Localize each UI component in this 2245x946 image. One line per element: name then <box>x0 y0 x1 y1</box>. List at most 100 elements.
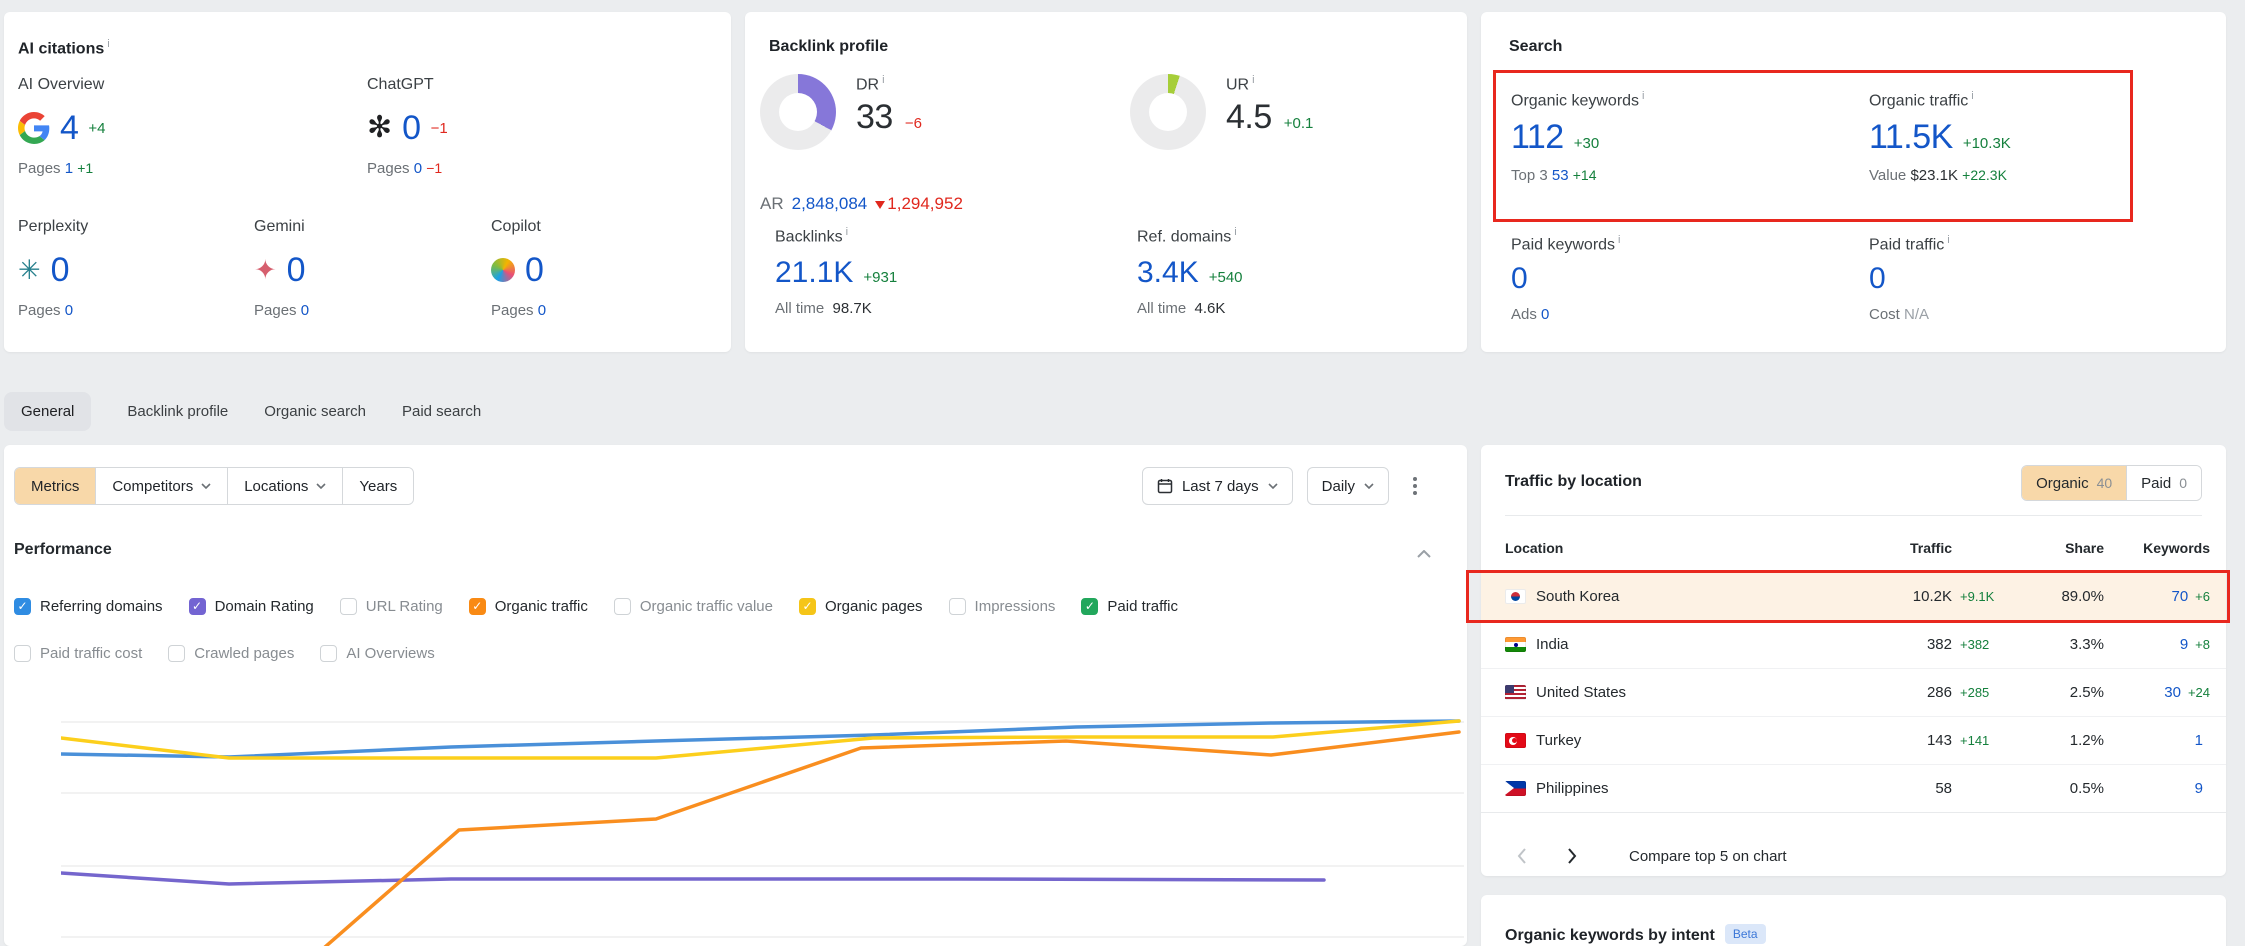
table-row-philippines[interactable]: Philippines 58 0.5% 9 <box>1481 765 2226 813</box>
table-row-india[interactable]: India 382 +382 3.3% 9+8 <box>1481 621 2226 669</box>
toggle-organic[interactable]: Organic40 <box>2022 466 2126 500</box>
metric-value[interactable]: 11.5K <box>1869 118 1953 157</box>
metric-value: 33 <box>856 98 893 137</box>
metric-checkbox-label: URL Rating <box>366 598 443 615</box>
checked-checkbox-icon[interactable]: ✓ <box>1081 598 1098 615</box>
metric-checkbox-referring-domains[interactable]: ✓Referring domains <box>14 598 163 615</box>
location-name[interactable]: India <box>1536 636 1569 653</box>
keywords-value[interactable]: 30 <box>2164 684 2181 701</box>
checked-checkbox-icon[interactable]: ✓ <box>14 598 31 615</box>
metric-value[interactable]: 0 <box>1869 262 1886 296</box>
unchecked-checkbox-icon[interactable] <box>14 645 31 662</box>
pages-value[interactable]: 0 <box>538 302 546 319</box>
location-name[interactable]: United States <box>1536 684 1626 701</box>
metric-value[interactable]: 4 <box>60 109 78 148</box>
metric-checkbox-organic-traffic-value[interactable]: Organic traffic value <box>614 598 773 615</box>
chart-controls-group: Metrics Competitors Locations Years <box>14 467 414 505</box>
years-button[interactable]: Years <box>343 468 413 504</box>
metric-checkbox-domain-rating[interactable]: ✓Domain Rating <box>189 598 314 615</box>
pages-value[interactable]: 1 <box>65 160 73 177</box>
unchecked-checkbox-icon[interactable] <box>340 598 357 615</box>
keywords-by-intent-card: Organic keywords by intentBeta <box>1481 895 2226 946</box>
location-name[interactable]: Turkey <box>1536 732 1581 749</box>
compare-top5-link[interactable]: Compare top 5 on chart <box>1629 848 1787 865</box>
tab-backlink-profile[interactable]: Backlink profile <box>127 403 228 420</box>
keywords-value[interactable]: 1 <box>2195 732 2203 749</box>
info-icon[interactable]: i <box>1252 74 1254 86</box>
pages-value[interactable]: 0 <box>414 160 422 177</box>
divider <box>1505 515 2202 516</box>
granularity-dropdown[interactable]: Daily <box>1307 467 1389 505</box>
pages-value[interactable]: 0 <box>65 302 73 319</box>
info-icon[interactable]: i <box>1642 90 1644 102</box>
metric-checkbox-impressions[interactable]: Impressions <box>949 598 1056 615</box>
location-name[interactable]: Philippines <box>1536 780 1609 797</box>
checked-checkbox-icon[interactable]: ✓ <box>799 598 816 615</box>
column-keywords[interactable]: Keywords <box>2104 540 2210 556</box>
tab-organic-search[interactable]: Organic search <box>264 403 366 420</box>
metric-checkbox-paid-traffic[interactable]: ✓Paid traffic <box>1081 598 1178 615</box>
competitors-dropdown[interactable]: Competitors <box>96 468 228 504</box>
metric-checkbox-label: Paid traffic cost <box>40 645 142 662</box>
column-location[interactable]: Location <box>1505 540 1860 556</box>
traffic-delta: +285 <box>1952 685 2004 700</box>
sub-value[interactable]: 53 <box>1552 167 1569 184</box>
keywords-value[interactable]: 70 <box>2171 588 2188 605</box>
metric-checkbox-ai-overviews[interactable]: AI Overviews <box>320 645 434 662</box>
metric-checkbox-organic-traffic[interactable]: ✓Organic traffic <box>469 598 588 615</box>
unchecked-checkbox-icon[interactable] <box>320 645 337 662</box>
metric-value[interactable]: 112 <box>1511 118 1564 157</box>
metric-value[interactable]: 21.1K <box>775 256 853 290</box>
info-icon[interactable]: i <box>1234 226 1236 238</box>
performance-line-chart[interactable] <box>61 690 1464 946</box>
checked-checkbox-icon[interactable]: ✓ <box>469 598 486 615</box>
info-icon[interactable]: i <box>107 38 109 50</box>
pages-value[interactable]: 0 <box>301 302 309 319</box>
column-traffic[interactable]: Traffic <box>1860 540 1952 556</box>
metric-checkbox-paid-traffic-cost[interactable]: Paid traffic cost <box>14 645 142 662</box>
keywords-value[interactable]: 9 <box>2180 636 2188 653</box>
info-icon[interactable]: i <box>1971 90 1973 102</box>
metric-value[interactable]: 0 <box>1511 262 1528 296</box>
info-icon[interactable]: i <box>1947 234 1949 246</box>
info-icon[interactable]: i <box>1618 234 1620 246</box>
toggle-paid[interactable]: Paid0 <box>2126 466 2201 500</box>
metrics-button[interactable]: Metrics <box>15 468 96 504</box>
metric-value[interactable]: 0 <box>525 251 543 290</box>
metric-value[interactable]: 0 <box>51 251 69 290</box>
metric-checkbox-url-rating[interactable]: URL Rating <box>340 598 443 615</box>
keywords-value[interactable]: 9 <box>2195 780 2203 797</box>
info-icon[interactable]: i <box>882 74 884 86</box>
metric-checkbox-organic-pages[interactable]: ✓Organic pages <box>799 598 923 615</box>
sub-value[interactable]: 0 <box>1541 306 1549 323</box>
ar-label: AR <box>760 194 784 213</box>
column-share[interactable]: Share <box>2004 540 2104 556</box>
tab-paid-search[interactable]: Paid search <box>402 403 481 420</box>
unchecked-checkbox-icon[interactable] <box>168 645 185 662</box>
metric-value[interactable]: 0 <box>402 109 420 148</box>
metric-checkbox-crawled-pages[interactable]: Crawled pages <box>168 645 294 662</box>
next-page-button[interactable] <box>1555 839 1589 873</box>
traffic-delta: +382 <box>1952 637 2004 652</box>
more-options-button[interactable] <box>1403 467 1427 505</box>
unchecked-checkbox-icon[interactable] <box>614 598 631 615</box>
keywords-delta: +6 <box>2195 589 2210 604</box>
location-name[interactable]: South Korea <box>1536 588 1619 605</box>
collapse-section-button[interactable] <box>1417 545 1431 563</box>
metric-value[interactable]: 3.4K <box>1137 256 1199 290</box>
table-row-united-states[interactable]: United States 286 +285 2.5% 30+24 <box>1481 669 2226 717</box>
locations-dropdown[interactable]: Locations <box>228 468 343 504</box>
ar-value[interactable]: 2,848,084 <box>792 194 868 213</box>
checked-checkbox-icon[interactable]: ✓ <box>189 598 206 615</box>
table-row-south-korea[interactable]: South Korea 10.2K +9.1K 89.0% 70+6 <box>1481 573 2226 621</box>
info-icon[interactable]: i <box>846 226 848 238</box>
unchecked-checkbox-icon[interactable] <box>949 598 966 615</box>
metric-value[interactable]: 0 <box>287 251 305 290</box>
table-row-turkey[interactable]: Turkey 143 +141 1.2% 1 <box>1481 717 2226 765</box>
metric-delta: −1 <box>431 120 448 137</box>
metric-gemini: Gemini ✦ 0 Pages 0 <box>254 218 309 319</box>
previous-page-button[interactable] <box>1505 839 1539 873</box>
tab-general[interactable]: General <box>4 392 91 431</box>
date-range-dropdown[interactable]: Last 7 days <box>1142 467 1293 505</box>
pages-delta: −1 <box>426 160 442 176</box>
